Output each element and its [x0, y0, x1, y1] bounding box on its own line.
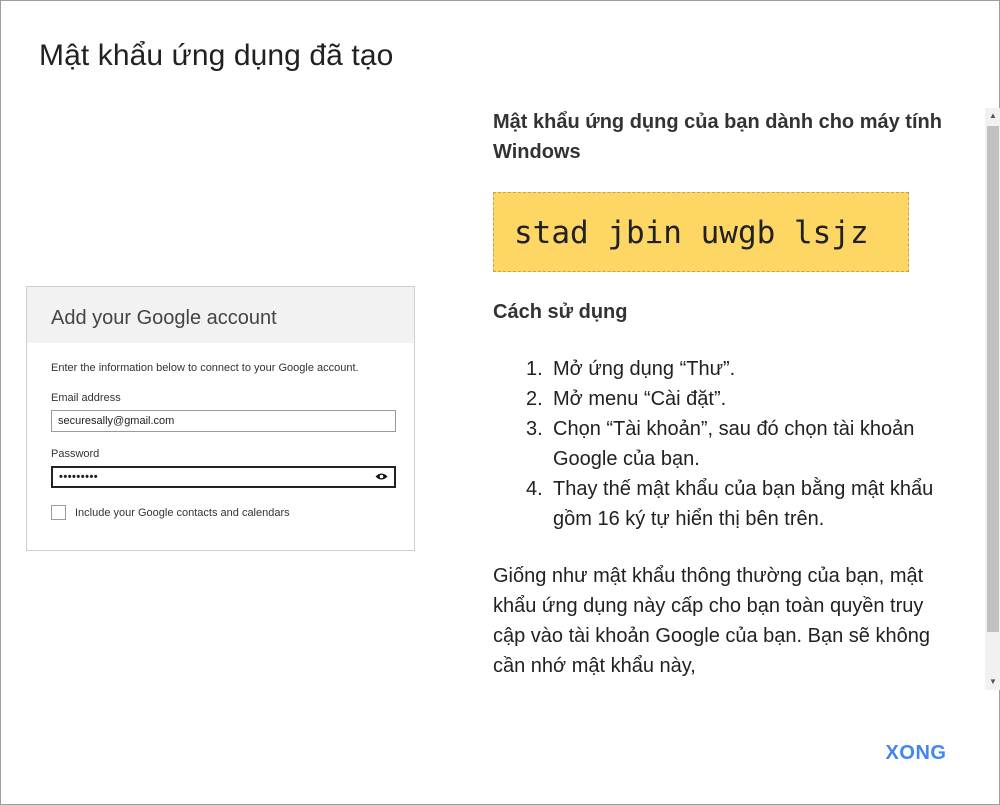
scroll-down-icon[interactable]: ▼ [985, 674, 1000, 690]
step-text: Thay thế mật khẩu của bạn bằng mật khẩu … [553, 478, 934, 530]
step-number: 4. [526, 478, 543, 500]
list-item: 3. Chọn “Tài khoản”, sau đó chọn tài khoả… [493, 414, 953, 474]
scrollbar-thumb[interactable] [987, 126, 999, 632]
eye-icon [375, 472, 388, 484]
list-item: 4. Thay thế mật khẩu của bạn bằng mật khẩ… [493, 474, 953, 534]
step-number: 3. [526, 418, 543, 440]
step-text: Chọn “Tài khoản”, sau đó chọn tài khoản … [553, 418, 915, 470]
preview-checkbox-label: Include your Google contacts and calenda… [75, 507, 290, 519]
preview-email-value: securesally@gmail.com [58, 415, 175, 427]
step-number: 2. [526, 388, 543, 410]
preview-email-label: Email address [51, 392, 121, 404]
list-item: 1. Mở ứng dụng “Thư”. [493, 354, 953, 384]
step-number: 1. [526, 358, 543, 380]
instructions-scroll-pane[interactable]: Mật khẩu ứng dụng của bạn dành cho máy t… [493, 107, 963, 693]
scroll-up-icon[interactable]: ▲ [985, 108, 1000, 124]
preview-intro-text: Enter the information below to connect t… [51, 362, 359, 374]
app-password-dialog: Mật khẩu ứng dụng đã tạo Add your Google… [0, 0, 1000, 805]
list-item: 2. Mở menu “Cài đặt”. [493, 384, 953, 414]
checkbox-icon [51, 505, 66, 520]
preview-email-field: securesally@gmail.com [51, 410, 396, 432]
explanation-paragraph: Giống như mật khẩu thông thường của bạn,… [493, 565, 930, 677]
password-heading: Mật khẩu ứng dụng của bạn dành cho máy t… [493, 111, 942, 163]
preview-header: Add your Google account [27, 287, 414, 343]
usage-heading: Cách sử dụng [493, 301, 628, 323]
usage-steps-list: 1. Mở ứng dụng “Thư”. 2. Mở menu “Cài đặt”… [493, 354, 953, 534]
done-button[interactable]: XONG [873, 733, 959, 773]
dialog-title: Mật khẩu ứng dụng đã tạo [39, 39, 394, 72]
step-text: Mở menu “Cài đặt”. [553, 388, 727, 410]
vertical-scrollbar[interactable]: ▲ ▼ [985, 108, 1000, 690]
step-text: Mở ứng dụng “Thư”. [553, 358, 736, 380]
preview-password-value: ••••••••• [59, 471, 99, 483]
mail-app-preview-image: Add your Google account Enter the inform… [26, 286, 415, 551]
preview-password-field: ••••••••• [51, 466, 396, 488]
app-password-box[interactable]: stad jbin uwgb lsjz [493, 192, 909, 272]
preview-password-label: Password [51, 448, 100, 460]
